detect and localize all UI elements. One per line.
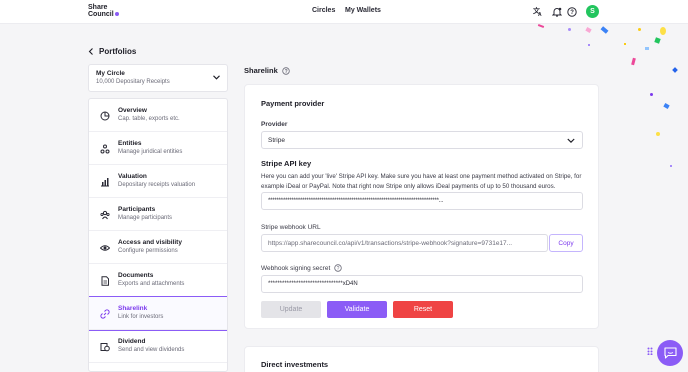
secret-label: Webhook signing secret	[261, 264, 331, 272]
help-icon[interactable]: ?	[566, 6, 577, 17]
top-bar: Share Council Circles My Wallets 文A ? S	[0, 0, 688, 24]
chat-button[interactable]	[657, 340, 683, 366]
logo[interactable]: Share Council	[88, 4, 119, 18]
circle-selector[interactable]: My Circle 10,000 Depositary Receipts	[88, 64, 228, 92]
copy-button[interactable]: Copy	[549, 234, 583, 252]
logo-line1: Share	[88, 4, 108, 11]
entities-icon	[100, 144, 110, 154]
document-icon	[101, 276, 109, 286]
menu-item-title: Entities	[118, 140, 142, 147]
menu-item-participants[interactable]: Participants Manage participants	[89, 198, 227, 231]
nav-circles[interactable]: Circles	[312, 7, 335, 14]
menu-item-title: Sharelink	[118, 305, 148, 312]
link-icon	[100, 309, 110, 319]
secret-input[interactable]: ********************************xD4N	[261, 275, 583, 293]
nav-my-wallets[interactable]: My Wallets	[345, 7, 381, 14]
info-icon[interactable]: ?	[282, 66, 290, 75]
update-button[interactable]: Update	[261, 301, 321, 318]
provider-select[interactable]: Stripe	[261, 131, 583, 149]
provider-label: Provider	[261, 121, 288, 128]
menu-item-subtitle: Link for investors	[118, 314, 164, 320]
menu-item-title: Participants	[118, 206, 156, 213]
section-title: Sharelink ?	[244, 66, 290, 75]
grid-dots-icon[interactable]	[647, 347, 655, 355]
circle-title: My Circle	[96, 70, 125, 77]
eye-icon	[100, 245, 110, 251]
menu-item-title: Valuation	[118, 173, 147, 180]
svg-text:?: ?	[337, 266, 340, 272]
menu-item-title: Documents	[118, 272, 154, 279]
webhook-label: Stripe webhook URL	[261, 224, 321, 231]
payment-provider-title: Payment provider	[261, 99, 325, 108]
info-icon[interactable]: ?	[334, 264, 342, 272]
direct-investments-card: Direct investments	[244, 346, 599, 372]
menu-item-subtitle: Exports and attachments	[118, 281, 185, 287]
reset-button[interactable]: Reset	[393, 301, 453, 318]
pie-chart-icon	[100, 111, 110, 121]
validate-button[interactable]: Validate	[327, 301, 387, 318]
payment-provider-card: Payment provider Provider Stripe Stripe …	[244, 84, 599, 329]
bell-icon[interactable]	[551, 6, 562, 17]
menu-item-documents[interactable]: Documents Exports and attachments	[89, 264, 227, 297]
chevron-down-icon	[567, 138, 575, 144]
back-label: Portfolios	[99, 47, 137, 56]
circle-subtitle: 10,000 Depositary Receipts	[96, 79, 170, 85]
language-icon[interactable]: 文A	[533, 6, 544, 17]
menu-item-subtitle: Depositary receipts valuation	[118, 182, 196, 188]
chevron-left-icon	[88, 48, 93, 55]
menu-item-dividend[interactable]: Dividend Send and view dividends	[89, 330, 227, 363]
menu-item-subtitle: Manage participants	[118, 215, 173, 221]
menu-item-subtitle: Configure permissions	[118, 248, 178, 254]
avatar[interactable]: S	[586, 5, 599, 18]
api-key-input[interactable]: ****************************************…	[261, 192, 583, 210]
menu-item-title: Overview	[118, 107, 147, 114]
menu-item-subtitle: Send and view dividends	[118, 347, 185, 353]
menu-item-access[interactable]: Access and visibility Configure permissi…	[89, 231, 227, 264]
menu-item-entities[interactable]: Entities Manage juridical entities	[89, 132, 227, 165]
svg-text:?: ?	[284, 69, 287, 75]
svg-text:?: ?	[570, 10, 574, 16]
participants-icon	[100, 210, 110, 220]
menu-item-subtitle: Cap. table, exports etc.	[118, 116, 180, 122]
direct-investments-title: Direct investments	[261, 360, 329, 369]
api-key-description: Here you can add your 'live' Stripe API …	[261, 173, 582, 190]
side-menu: Overview Cap. table, exports etc. Entiti…	[88, 98, 228, 372]
menu-item-title: Access and visibility	[118, 239, 182, 246]
bar-chart-icon	[101, 178, 109, 187]
menu-item-subtitle: Manage juridical entities	[118, 149, 183, 155]
menu-item-sharelink[interactable]: Sharelink Link for investors	[89, 296, 227, 331]
logo-dot	[114, 12, 119, 16]
api-key-title: Stripe API key	[261, 159, 312, 168]
provider-value: Stripe	[268, 136, 285, 144]
menu-item-title: Dividend	[118, 338, 146, 345]
webhook-url-field[interactable]: https://app.sharecouncil.co/api/v1/trans…	[261, 234, 548, 252]
menu-item-overview[interactable]: Overview Cap. table, exports etc.	[89, 99, 227, 132]
svg-text:A: A	[538, 12, 542, 17]
dividend-icon	[100, 343, 110, 352]
back-to-portfolios[interactable]: Portfolios	[88, 47, 136, 56]
section-title-text: Sharelink	[244, 66, 278, 75]
secret-label-row: Webhook signing secret ?	[261, 264, 342, 272]
chat-icon	[663, 347, 677, 359]
logo-line2: Council	[88, 11, 114, 18]
menu-item-valuation[interactable]: Valuation Depositary receipts valuation	[89, 165, 227, 198]
chevron-down-icon	[213, 75, 220, 80]
